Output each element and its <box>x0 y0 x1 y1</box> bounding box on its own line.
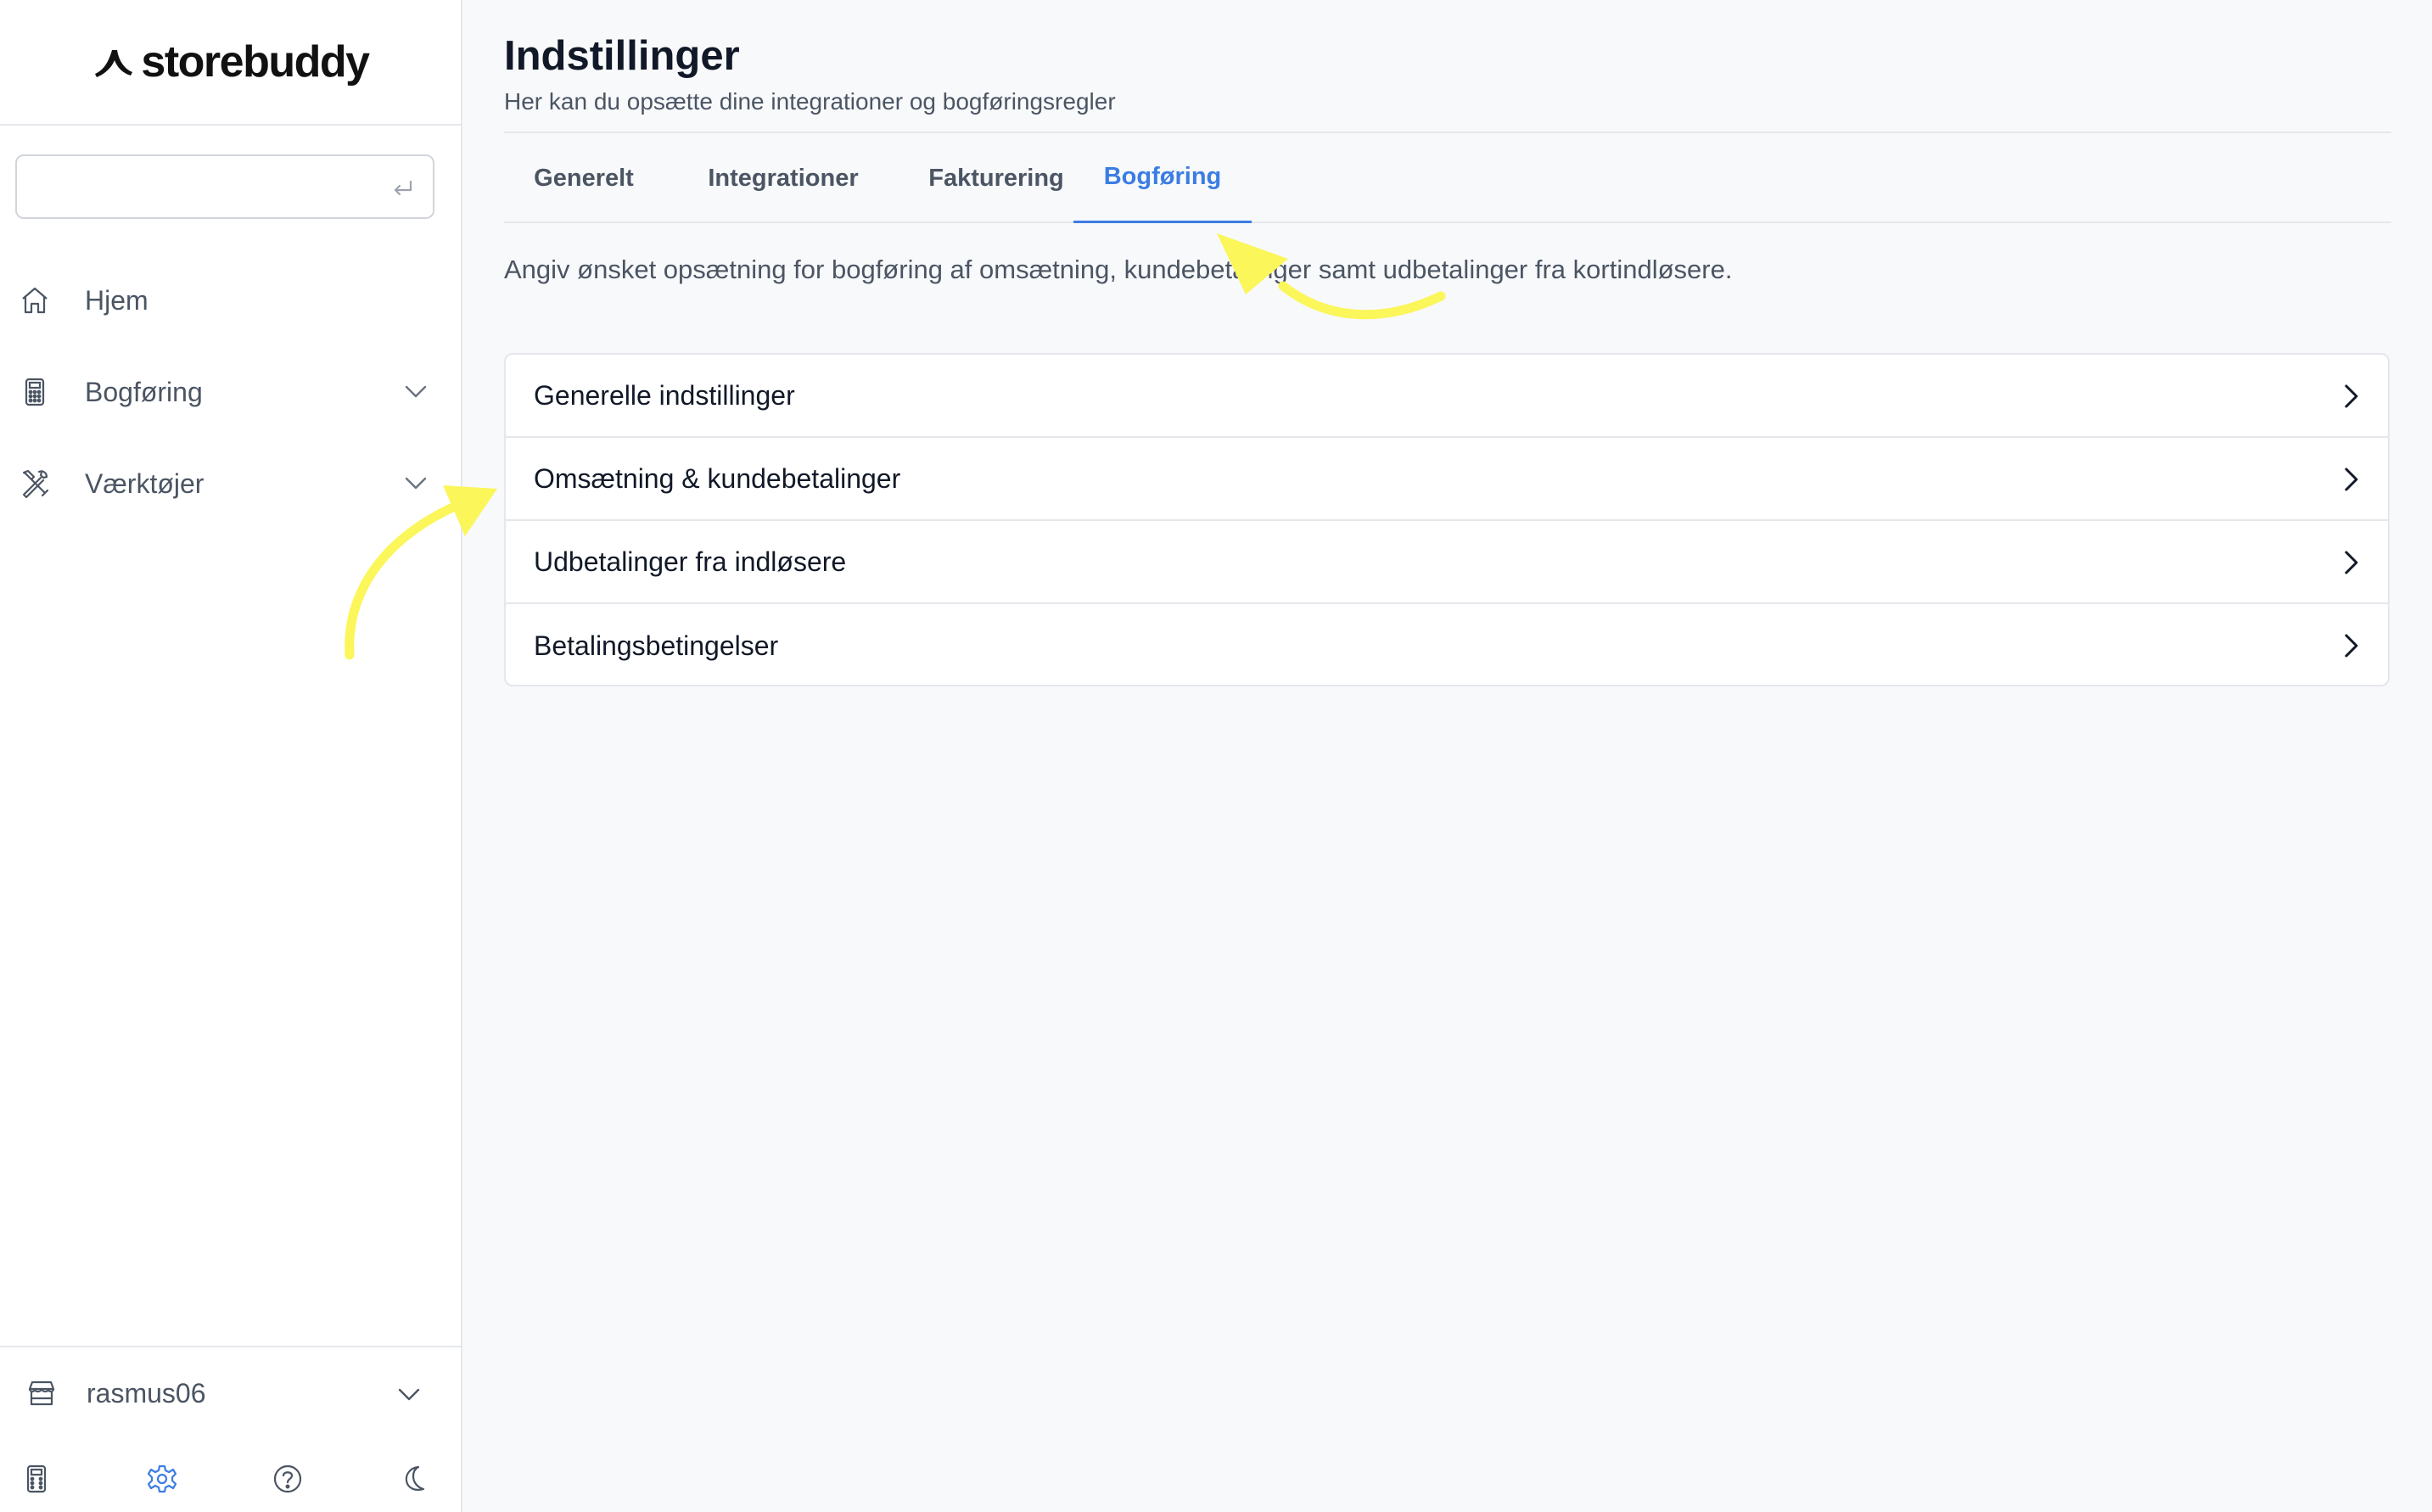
chevron-down-icon[interactable] <box>403 470 429 496</box>
page-title: Indstillinger <box>504 33 740 79</box>
chevron-down-icon[interactable] <box>396 1381 422 1407</box>
dark-mode-moon-icon[interactable] <box>397 1463 429 1495</box>
sidebar-item-label: Hjem <box>85 284 148 316</box>
chevron-right-icon <box>2345 634 2358 658</box>
tab-bogforing[interactable]: Bogføring <box>1073 133 1252 223</box>
chevron-right-icon <box>2345 551 2358 574</box>
tab-generelt[interactable]: Generelt <box>534 133 634 223</box>
row-label: Betalingsbetingelser <box>534 630 779 661</box>
sidebar-item-label: Bogføring <box>85 376 203 407</box>
calculator-icon <box>25 378 45 406</box>
store-switcher[interactable]: rasmus06 <box>0 1347 462 1439</box>
tools-icon <box>22 469 49 499</box>
calculator-icon[interactable] <box>20 1463 53 1495</box>
chevron-right-icon <box>2345 468 2358 491</box>
settings-row-betalingsbetingelser[interactable]: Betalingsbetingelser <box>506 604 2388 685</box>
row-label: Omsætning & kundebetalinger <box>534 462 901 494</box>
chevron-down-icon[interactable] <box>403 378 429 404</box>
footer-toolbar <box>0 1449 462 1509</box>
settings-row-generelle-indstillinger[interactable]: Generelle indstillinger <box>506 355 2388 438</box>
settings-list: Generelle indstillinger Omsætning & kund… <box>504 353 2390 686</box>
store-icon <box>28 1380 55 1406</box>
brand-name: storebuddy <box>141 37 370 87</box>
enter-return-icon <box>394 180 412 196</box>
chevron-right-icon <box>2345 384 2358 408</box>
sidebar: storebuddy Hjem Bogføring Værktøjer rasm… <box>0 0 462 1512</box>
logo[interactable]: storebuddy <box>0 0 461 126</box>
search-box[interactable] <box>15 154 434 219</box>
storebuddy-logo-mark-icon <box>95 50 133 77</box>
settings-tabs: Generelt Integrationer Fakturering Bogfø… <box>504 133 2391 223</box>
tab-integrationer[interactable]: Integrationer <box>694 133 872 223</box>
sidebar-item-hjem[interactable]: Hjem <box>0 255 462 346</box>
sidebar-item-bogforing[interactable]: Bogføring <box>0 346 462 438</box>
store-name: rasmus06 <box>87 1377 206 1408</box>
settings-gear-icon[interactable] <box>146 1463 178 1495</box>
row-label: Generelle indstillinger <box>534 379 795 411</box>
sidebar-footer: rasmus06 <box>0 1346 462 1512</box>
settings-row-omsaetning-kundebetalinger[interactable]: Omsætning & kundebetalinger <box>506 438 2388 521</box>
row-label: Udbetalinger fra indløsere <box>534 546 847 577</box>
settings-row-udbetalinger-fra-indlosere[interactable]: Udbetalinger fra indløsere <box>506 521 2388 604</box>
search-input[interactable] <box>17 156 433 217</box>
tab-fakturering[interactable]: Fakturering <box>906 133 1086 223</box>
sidebar-item-vaerktojer[interactable]: Værktøjer <box>0 438 462 529</box>
help-question-icon[interactable] <box>272 1463 304 1495</box>
sidebar-nav: Hjem Bogføring Værktøjer <box>0 255 462 529</box>
intro-text: Angiv ønsket opsætning for bogføring af … <box>504 255 1733 284</box>
page-subtitle: Her kan du opsætte dine integrationer og… <box>504 88 1116 115</box>
home-icon <box>22 287 48 314</box>
sidebar-item-label: Værktøjer <box>85 468 205 499</box>
